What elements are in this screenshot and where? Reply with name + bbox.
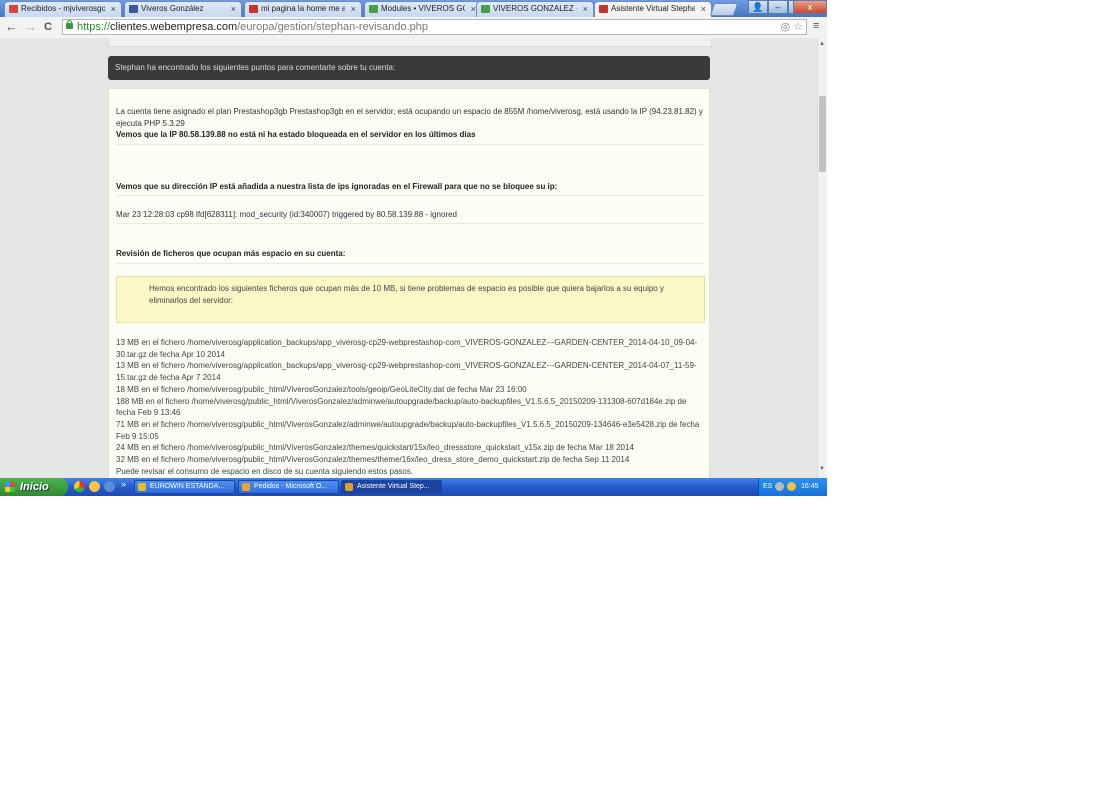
tab-gmail[interactable]: Recibidos - mjviverosgonz × (4, 1, 122, 17)
network-icon[interactable] (775, 482, 784, 491)
firewall-title: Vemos que su dirección IP está añadida a… (116, 182, 558, 191)
scroll-thumb[interactable] (819, 96, 826, 172)
url-scheme: https:// (77, 21, 111, 33)
account-info: La cuenta tiene asignado el plan Prestas… (116, 107, 703, 128)
taskbar-item-label: Asistente Virtual Step... (357, 483, 430, 490)
lock-icon (66, 20, 73, 29)
menu-icon[interactable]: ≡ (813, 20, 819, 32)
webempresa-icon (599, 5, 608, 13)
start-label: Inicio (20, 481, 49, 493)
tab-label: Modules • VIVEROS GONZ (381, 4, 465, 13)
chrome-icon[interactable] (74, 481, 85, 492)
outlook-icon (242, 483, 250, 491)
page-content: Stephan ha encontrado los siguientes pun… (0, 38, 817, 478)
taskbar-item-outlook[interactable]: Pedidos - Microsoft O... (238, 480, 339, 494)
close-window-button[interactable]: x (793, 0, 827, 14)
forward-button[interactable]: → (24, 19, 37, 35)
tab-store[interactable]: VIVEROS GONZALEZ - GAR × (476, 1, 594, 17)
screen: Recibidos - mjviverosgonz × Viveros Gonzá… (0, 0, 827, 496)
prestashop-icon (481, 5, 490, 13)
taskbar-item-eurowin[interactable]: EUROWIN ESTANDA... (134, 480, 235, 494)
back-button[interactable]: ← (5, 19, 18, 35)
windows-logo-icon (5, 482, 15, 492)
list-item: 24 MB en el fichero /home/viverosg/publi… (116, 443, 634, 453)
taskbar-item-chrome[interactable]: Asistente Virtual Step... (341, 480, 442, 494)
stephan-header: Stephan ha encontrado los siguientes pun… (108, 56, 710, 80)
vertical-scrollbar[interactable]: ▲ ▼ (817, 38, 827, 478)
url-text: https://clientes.webempresa.com/europa/g… (77, 20, 428, 34)
file-list: 13 MB en el fichero /home/viverosg/appli… (116, 337, 706, 477)
windows-taskbar: Inicio » EUROWIN ESTANDA... Pedidos - Mi… (0, 478, 827, 496)
page-top-panel (108, 38, 712, 47)
list-item: 71 MB en el fichero /home/viverosg/publi… (116, 419, 700, 441)
firewall-log: Mar 23 12:28:03 cp98 lfd[628311]: mod_se… (116, 210, 457, 219)
close-icon[interactable]: × (351, 2, 356, 16)
tab-asistente[interactable]: Asistente Virtual Stephan × (594, 1, 712, 17)
quicklaunch-overflow-icon[interactable]: » (121, 479, 126, 489)
tab-label: Viveros González (141, 4, 204, 13)
prestashop-icon (369, 5, 378, 13)
close-icon[interactable]: × (583, 2, 588, 16)
chrome-icon (345, 483, 353, 491)
divider (116, 223, 704, 224)
tab-label: mi pagina la home me apa (261, 4, 345, 13)
list-item: 18 MB en el fichero /home/viverosg/publi… (116, 384, 527, 394)
address-bar[interactable]: https://clientes.webempresa.com/europa/g… (62, 19, 807, 35)
close-icon[interactable]: × (231, 2, 236, 16)
files-title: Revisión de ficheros que ocupan más espa… (116, 249, 346, 258)
explorer-icon[interactable] (104, 481, 115, 492)
tab-label: Asistente Virtual Stephan (611, 4, 695, 13)
divider (116, 263, 704, 264)
divider (116, 195, 704, 196)
tab-forum[interactable]: mi pagina la home me apa × (244, 1, 362, 17)
notification-icon[interactable] (787, 482, 796, 491)
files-notice: Hemos encontrado los siguientes ficheros… (116, 276, 705, 323)
taskbar-item-label: Pedidos - Microsoft O... (254, 483, 328, 490)
files-notice-text: Hemos encontrado los siguientes ficheros… (149, 284, 664, 305)
tab-modules[interactable]: Modules • VIVEROS GONZ× (364, 1, 482, 17)
url-path: /europa/gestion/stephan-revisando.php (237, 21, 429, 33)
new-tab-button[interactable] (709, 3, 739, 16)
bookmark-star-icon[interactable]: ◎ ☆ (780, 20, 803, 34)
start-button[interactable]: Inicio (0, 478, 68, 496)
gmail-icon (9, 5, 18, 13)
tab-facebook[interactable]: Viveros González × (124, 1, 242, 17)
system-tray: ES 16:45 (758, 478, 827, 496)
close-icon[interactable]: × (701, 2, 706, 16)
report-panel: La cuenta tiene asignado el plan Prestas… (108, 88, 710, 478)
webempresa-icon (249, 5, 258, 13)
list-item: 32 MB en el fichero /home/viverosg/publi… (116, 455, 630, 465)
close-icon[interactable]: × (111, 2, 116, 16)
taskbar-item-label: EUROWIN ESTANDA... (150, 483, 225, 490)
url-host: clientes.webempresa.com (110, 21, 238, 33)
browser-tab-strip: Recibidos - mjviverosgonz × Viveros Gonzá… (0, 0, 827, 17)
reload-button[interactable]: C (44, 19, 52, 35)
ip-status: Vemos que la IP 80.58.139.88 no está ni … (116, 130, 476, 139)
disk-usage-link[interactable]: Puede revisar el consumo de espacio en d… (116, 466, 706, 478)
browser-toolbar: ← → C https://clientes.webempresa.com/eu… (0, 17, 827, 39)
clock: 16:45 (801, 483, 819, 490)
minimize-button[interactable]: – (768, 0, 788, 14)
eurowin-icon (138, 483, 146, 491)
list-item: 13 MB en el fichero /home/viverosg/appli… (116, 338, 698, 359)
facebook-icon (129, 5, 138, 13)
scroll-up-icon[interactable]: ▲ (819, 41, 825, 47)
language-indicator[interactable]: ES (763, 478, 772, 496)
outlook-icon[interactable] (89, 481, 100, 492)
divider (116, 144, 704, 145)
tab-label: VIVEROS GONZALEZ - GAR (493, 4, 577, 13)
scroll-down-icon[interactable]: ▼ (819, 466, 825, 472)
list-item: 188 MB en el fichero /home/viverosg/publ… (116, 396, 687, 418)
list-item: 13 MB en el fichero /home/viverosg/appli… (116, 361, 697, 383)
tab-label: Recibidos - mjviverosgonz (21, 4, 105, 13)
user-icon[interactable]: 👤 (748, 0, 768, 14)
